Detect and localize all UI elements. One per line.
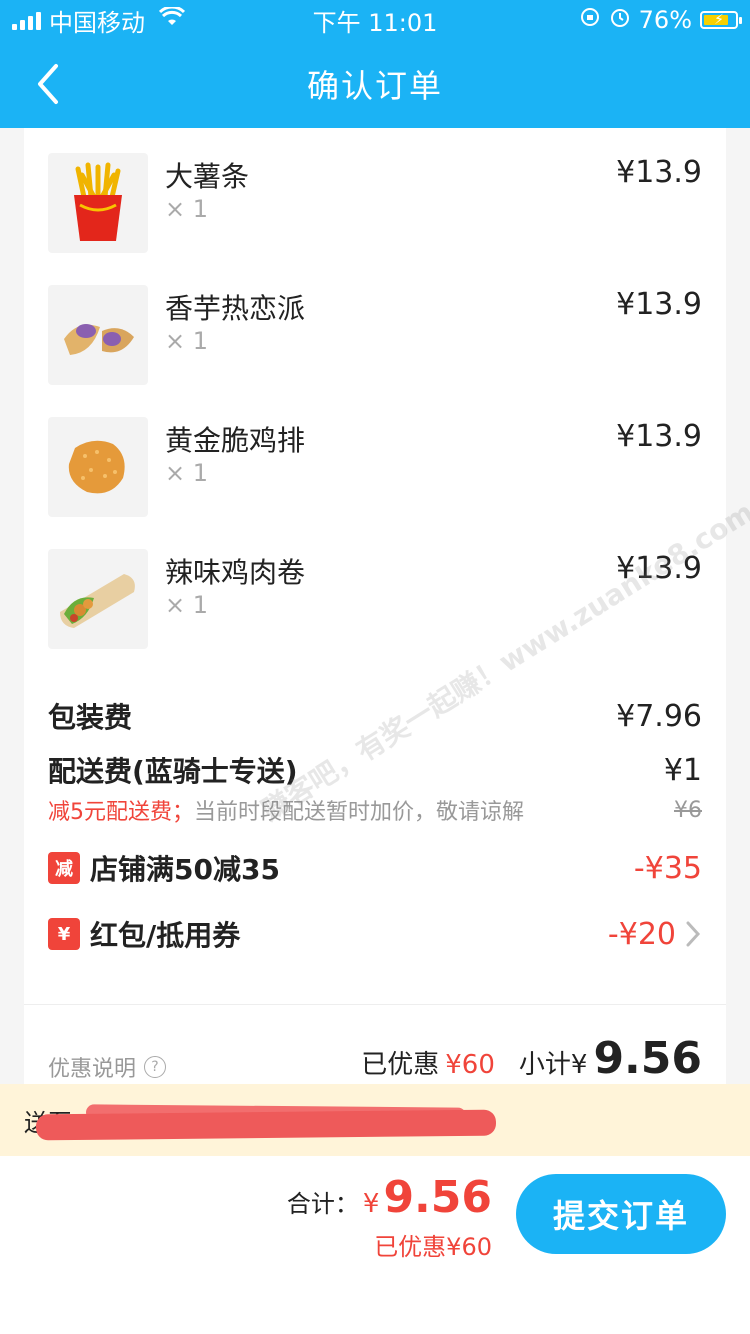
item-quantity: × 1 <box>165 591 209 619</box>
total-amount: 9.56 <box>383 1172 492 1223</box>
shop-discount-row: 减 店铺满50减35 -¥35 <box>48 848 702 888</box>
item-price: ¥13.9 <box>616 155 702 190</box>
packaging-fee-row: 包装费 ¥7.96 <box>48 696 702 736</box>
item-price: ¥13.9 <box>616 287 702 322</box>
submit-order-button[interactable]: 提交订单 <box>516 1174 726 1254</box>
total-label: 合计： <box>286 1190 359 1218</box>
item-name: 大薯条 <box>165 160 250 193</box>
battery-percent: 76% <box>638 6 692 34</box>
item-quantity: × 1 <box>165 195 209 223</box>
shop-discount-label: 店铺满50减35 <box>90 853 280 886</box>
item-price: ¥13.9 <box>616 551 702 586</box>
coupon-row[interactable]: ¥ 红包/抵用券 -¥20 <box>48 914 702 954</box>
subtotal-label: 小计¥ <box>518 1050 588 1080</box>
alarm-icon <box>609 6 631 34</box>
subtotal-amount: 9.56 <box>593 1033 702 1084</box>
total-line: 合计： ¥ 9.56 <box>287 1172 492 1223</box>
page-title: 确认订单 <box>306 67 443 105</box>
total-saved: 已优惠¥60 <box>374 1233 492 1261</box>
battery-icon: ⚡ <box>700 11 742 29</box>
item-quantity: × 1 <box>165 459 209 487</box>
delivery-fee-amount: ¥1 <box>663 752 702 788</box>
item-name: 黄金脆鸡排 <box>165 424 306 457</box>
chicken-wrap-image <box>48 549 148 649</box>
item-price: ¥13.9 <box>616 419 702 454</box>
order-item: 辣味鸡肉卷 × 1 ¥13.9 <box>48 549 702 649</box>
order-card: 大薯条 × 1 ¥13.9 香芋热恋派 × 1 ¥13.9 黄金脆鸡排 × 1 … <box>24 128 726 1004</box>
signal-icon <box>12 10 41 30</box>
discount-badge: 减 <box>48 852 80 884</box>
delivery-fee-row: 配送费(蓝骑士专送) ¥1 <box>48 750 702 790</box>
order-item: 香芋热恋派 × 1 ¥13.9 <box>48 285 702 385</box>
delivery-original-fee: ¥6 <box>674 797 702 823</box>
status-left: 中国移动 <box>12 3 579 38</box>
item-name: 辣味鸡肉卷 <box>165 556 306 589</box>
back-button[interactable] <box>28 60 68 108</box>
total-block: 合计： ¥ 9.56 已优惠¥60 <box>287 1172 492 1262</box>
delivery-discount-note: 减5元配送费； <box>48 800 194 825</box>
taro-pie-image <box>48 285 148 385</box>
saved-amount: ¥60 <box>445 1050 495 1080</box>
summary-card: 优惠说明 ? 已优惠 ¥60 小计¥ 9.56 <box>24 1004 726 1094</box>
coupon-badge: ¥ <box>48 918 80 950</box>
chicken-cutlet-image <box>48 417 148 517</box>
delivery-surcharge-note: 当前时段配送暂时加价，敬请谅解 <box>194 800 525 825</box>
delivery-fee-label: 配送费(蓝骑士专送) <box>48 755 298 788</box>
total-currency: ¥ <box>362 1189 380 1219</box>
order-item: 黄金脆鸡排 × 1 ¥13.9 <box>48 417 702 517</box>
redaction-mark <box>35 1109 497 1141</box>
saved-label: 已优惠 <box>361 1050 440 1080</box>
discount-info[interactable]: 优惠说明 ? <box>48 1051 167 1083</box>
item-quantity: × 1 <box>165 327 209 355</box>
status-right: 76% ⚡ <box>579 6 742 34</box>
carrier-name: 中国移动 <box>49 8 145 37</box>
wifi-icon <box>158 5 186 33</box>
shop-discount-amount: -¥35 <box>633 850 702 886</box>
help-icon: ? <box>144 1056 167 1078</box>
fries-image <box>48 153 148 253</box>
packaging-fee-label: 包装费 <box>48 701 133 734</box>
coupon-amount: -¥20 <box>607 916 676 952</box>
nav-bar: 确认订单 <box>0 40 750 128</box>
rotation-lock-icon <box>579 6 601 34</box>
packaging-fee-amount: ¥7.96 <box>616 698 702 734</box>
delivery-fee-note: 减5元配送费； 当前时段配送暂时加价，敬请谅解 ¥6 <box>48 794 702 826</box>
chevron-right-icon <box>686 921 701 947</box>
subtotal-block: 已优惠 ¥60 小计¥ 9.56 <box>361 1033 702 1084</box>
discount-info-label: 优惠说明 <box>48 1057 137 1082</box>
chevron-left-icon <box>38 64 58 104</box>
coupon-label: 红包/抵用券 <box>90 919 241 952</box>
checkout-bar: 合计： ¥ 9.56 已优惠¥60 提交订单 <box>0 1156 750 1334</box>
order-item: 大薯条 × 1 ¥13.9 <box>48 153 702 253</box>
status-bar: 中国移动 下午 11:01 76% ⚡ <box>0 0 750 40</box>
item-name: 香芋热恋派 <box>165 292 306 325</box>
